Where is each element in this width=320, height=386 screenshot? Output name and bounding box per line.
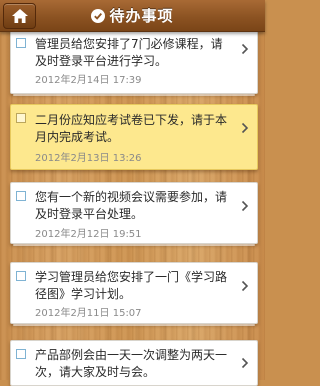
checkbox-icon[interactable]: [16, 191, 26, 201]
chevron-right-icon[interactable]: [241, 43, 249, 55]
todo-message: 学习管理员给您安排了一门《学习路径图》学习计划。: [35, 270, 228, 301]
checkbox-icon[interactable]: [16, 38, 26, 48]
page-title-area: 待办事项: [0, 0, 265, 31]
todo-item[interactable]: 您有一个新的视频会议需要参加，请及时登录平台处理。 2012年2月12日 19:…: [10, 182, 258, 246]
todo-item[interactable]: 产品部例会由一天一次调整为两天一次，请大家及时与会。: [10, 340, 258, 386]
chevron-right-icon[interactable]: [241, 280, 249, 292]
chevron-right-icon[interactable]: [241, 357, 249, 369]
todo-date: 2012年2月12日 19:51: [35, 229, 142, 240]
todo-message: 产品部例会由一天一次调整为两天一次，请大家及时与会。: [35, 348, 228, 379]
chevron-right-icon[interactable]: [241, 200, 249, 212]
todo-message: 您有一个新的视频会议需要参加，请及时登录平台处理。: [35, 190, 228, 221]
checkbox-icon[interactable]: [16, 349, 26, 359]
page-title: 待办事项: [109, 7, 174, 25]
card-edge: [13, 324, 255, 326]
card-edge: [13, 94, 255, 96]
checkbox-icon[interactable]: [16, 113, 26, 123]
checkbox-icon[interactable]: [16, 271, 26, 281]
todo-item[interactable]: 管理员给您安排了7门必修课程，请及时登录平台进行学习。 2012年2月14日 1…: [10, 24, 258, 96]
todo-item[interactable]: 二月份应知应考试卷已下发，请于本月内完成考试。 2012年2月13日 13:26: [10, 104, 258, 170]
header-bar: 待办事项: [0, 0, 265, 32]
todo-date: 2012年2月11日 15:07: [35, 308, 142, 319]
todo-message: 管理员给您安排了7门必修课程，请及时登录平台进行学习。: [35, 37, 223, 68]
check-circle-icon: [91, 8, 106, 23]
todo-message: 二月份应知应考试卷已下发，请于本月内完成考试。: [35, 113, 228, 144]
todo-date: 2012年2月14日 17:39: [35, 75, 142, 86]
card-edge: [13, 244, 255, 246]
todo-date: 2012年2月13日 13:26: [35, 153, 142, 164]
chevron-right-icon[interactable]: [241, 122, 249, 134]
todo-item[interactable]: 学习管理员给您安排了一门《学习路径图》学习计划。 2012年2月11日 15:0…: [10, 262, 258, 326]
